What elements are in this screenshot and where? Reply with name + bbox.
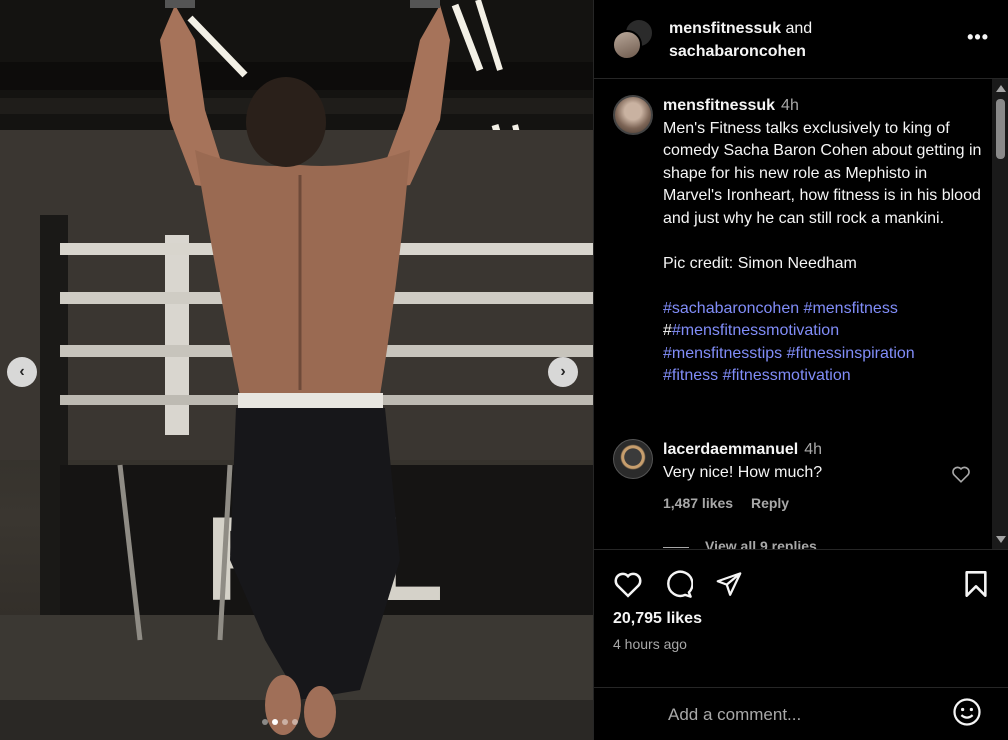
avatar[interactable]: [613, 95, 653, 135]
hashtag-link[interactable]: #fitness #fitnessmotivation: [663, 367, 851, 384]
view-replies-button[interactable]: View all 9 replies: [663, 538, 817, 549]
header-usernames: mensfitnessuk and sachabaroncohen: [669, 17, 812, 63]
post-actions: 20,795 likes 4 hours ago: [594, 549, 1008, 687]
caption-body: mensfitnessuk 4h Men's Fitness talks excl…: [663, 95, 988, 388]
comments-section[interactable]: mensfitnessuk 4h Men's Fitness talks excl…: [594, 79, 1008, 549]
add-comment-bar: [594, 687, 1008, 740]
header-joiner: and: [785, 20, 813, 37]
reply-button[interactable]: Reply: [751, 495, 789, 511]
previous-image-button[interactable]: ‹: [7, 357, 37, 387]
carousel-dot: [262, 719, 268, 725]
comment-item: lacerdaemmanuel 4h Very nice! How much? 1…: [613, 439, 983, 549]
next-image-button[interactable]: ›: [548, 357, 578, 387]
scroll-up-arrow-icon[interactable]: [996, 85, 1006, 92]
carousel-dot: [292, 719, 298, 725]
comment-time: 4h: [804, 441, 822, 458]
post-panel: mensfitnessuk and sachabaroncohen ••• me…: [593, 0, 1008, 740]
bookmark-icon[interactable]: [964, 570, 988, 598]
comment-body: lacerdaemmanuel 4h Very nice! How much?: [663, 439, 822, 484]
comment-username[interactable]: lacerdaemmanuel: [663, 441, 798, 458]
comment-input[interactable]: [668, 699, 938, 731]
caption-username[interactable]: mensfitnessuk: [663, 97, 775, 114]
hashtag-link[interactable]: #sachabaroncohen #mensfitness: [663, 300, 898, 317]
scrollbar[interactable]: [992, 79, 1008, 549]
smiley-icon[interactable]: [952, 697, 982, 727]
comment-bubble-icon[interactable]: [664, 570, 693, 599]
likes-count[interactable]: 20,795 likes: [613, 610, 702, 628]
hashtag-link[interactable]: #mensfitnessmotivation: [672, 322, 839, 339]
scrollbar-thumb[interactable]: [996, 99, 1005, 159]
header-user-link[interactable]: mensfitnessuk: [669, 20, 781, 37]
paper-plane-icon[interactable]: [715, 570, 743, 597]
more-dots-icon[interactable]: •••: [967, 27, 989, 48]
comment-meta: 1,487 likes Reply: [663, 495, 803, 511]
hash-prefix: #: [663, 322, 672, 339]
carousel-indicator: [262, 719, 298, 725]
caption-text: Men's Fitness talks exclusively to king …: [663, 119, 982, 227]
avatar: [612, 30, 642, 60]
collab-avatars[interactable]: [612, 18, 656, 62]
view-replies-label: View all 9 replies: [705, 538, 817, 549]
header-user-link[interactable]: sachabaroncohen: [669, 43, 806, 60]
caption-time: 4h: [781, 97, 799, 114]
post-header: mensfitnessuk and sachabaroncohen •••: [594, 0, 1008, 79]
comment-text: Very nice! How much?: [663, 463, 823, 481]
post-timestamp: 4 hours ago: [613, 636, 687, 652]
chevron-left-icon: ‹: [19, 363, 25, 380]
heart-icon[interactable]: [613, 570, 643, 598]
carousel-dot-active: [272, 719, 278, 725]
divider: [663, 546, 689, 548]
carousel-dot: [282, 719, 288, 725]
post-photo: RAL: [0, 0, 593, 740]
scroll-down-arrow-icon[interactable]: [996, 536, 1006, 543]
heart-icon[interactable]: [951, 465, 971, 483]
comment-likes[interactable]: 1,487 likes: [663, 495, 733, 511]
caption-credit: Pic credit: Simon Needham: [663, 254, 857, 272]
chevron-right-icon: ›: [560, 363, 566, 380]
hashtag-link[interactable]: #mensfitnesstips #fitnessinspiration: [663, 345, 915, 362]
post-media[interactable]: RAL ‹ ›: [0, 0, 593, 740]
avatar[interactable]: [613, 439, 653, 479]
